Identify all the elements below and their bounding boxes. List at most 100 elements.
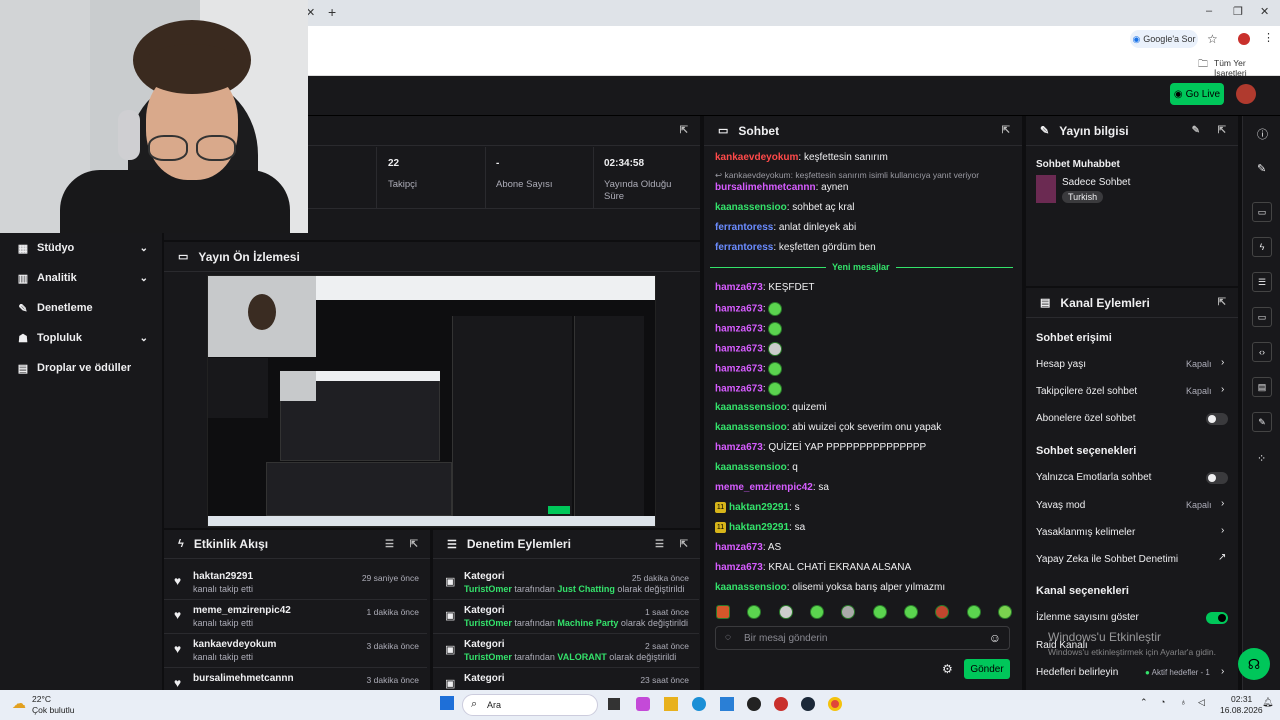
edit-icon[interactable]: ✎ — [1192, 125, 1200, 136]
account-age-setting[interactable]: Hesap yaşı — [1036, 359, 1086, 370]
list-item[interactable]: ♥ kankaevdeyokum kanalı takip etti 3 dak… — [164, 634, 427, 668]
notification-bell-icon[interactable]: 🔔︎ — [1262, 697, 1273, 708]
emote-icon[interactable] — [778, 605, 793, 619]
add-action-icon[interactable]: ⁘ — [1257, 452, 1266, 465]
chevron-right-icon[interactable]: › — [1221, 384, 1224, 395]
windows-start-icon[interactable] — [440, 696, 454, 710]
popout-icon[interactable]: ⇱ — [1218, 125, 1226, 136]
emote-icon[interactable] — [903, 605, 918, 619]
popout-icon[interactable]: ⇱ — [1218, 297, 1226, 308]
code-icon[interactable]: ‹› — [1252, 342, 1272, 362]
google-ask-button[interactable]: ◉ Google'a Sor — [1130, 30, 1198, 48]
list-icon[interactable]: ☰ — [1252, 272, 1272, 292]
emote-icon[interactable] — [872, 605, 887, 619]
chrome-icon[interactable] — [828, 697, 842, 711]
profile-icon[interactable] — [1238, 33, 1250, 45]
obs-icon[interactable] — [747, 697, 761, 711]
tag-badge[interactable]: Turkish — [1062, 191, 1104, 203]
emote-icon[interactable] — [966, 605, 981, 619]
chat-message: meme_emzirenpic42: sa — [715, 482, 829, 493]
emote-only-toggle[interactable] — [1206, 472, 1228, 484]
clock-date[interactable]: 16.08.2026 — [1220, 705, 1263, 715]
menu-icon[interactable]: ⋮ — [1263, 31, 1274, 44]
chevron-right-icon[interactable]: › — [1221, 525, 1224, 536]
support-headset-icon[interactable]: ☊ — [1238, 648, 1270, 680]
star-icon[interactable]: ☆ — [1207, 32, 1218, 46]
emote-icon[interactable] — [809, 605, 824, 619]
chat-message: kankaevdeyokum: keşfettesin sanırım — [715, 152, 888, 163]
clip-icon[interactable]: ▭ — [1252, 202, 1272, 222]
popout-icon[interactable]: ⇱ — [410, 539, 418, 550]
restore-icon[interactable]: ❐ — [1233, 5, 1243, 18]
filter-icon[interactable]: ☰ — [655, 539, 664, 550]
sidebar-item-studio[interactable]: ▦ Stüdyo ⌄ — [0, 233, 162, 263]
store-icon[interactable] — [720, 697, 734, 711]
app-icon[interactable] — [774, 697, 788, 711]
clock-time[interactable]: 02:31 — [1231, 694, 1252, 704]
sidebar-item-moderation[interactable]: ✎ Denetleme — [0, 293, 162, 323]
chevron-right-icon[interactable]: › — [1221, 357, 1224, 368]
new-tab-icon[interactable]: + — [328, 4, 336, 20]
stream-preview-video[interactable] — [207, 275, 656, 527]
all-bookmarks-link[interactable]: Tüm Yer İşaretleri — [1214, 58, 1280, 78]
emote-icon[interactable] — [997, 605, 1012, 619]
emote-icon[interactable] — [716, 605, 730, 619]
chat-status-icon: ◌ — [725, 632, 731, 643]
sidebar-item-drops[interactable]: ▤ Droplar ve ödüller — [0, 353, 162, 383]
chat-message: hamza673: KRAL CHATİ EKRANA ALSANA — [715, 562, 912, 573]
window-close-icon[interactable]: ✕ — [1260, 5, 1269, 18]
go-live-button[interactable]: ◉ Go Live — [1170, 83, 1224, 105]
stat-uptime: 02:34:58 Yayında Olduğu Süre — [604, 158, 672, 202]
popout-icon[interactable]: ⇱ — [680, 125, 688, 136]
set-goals-setting[interactable]: Hedefleri belirleyin — [1036, 667, 1118, 678]
slow-mode-setting[interactable]: Yavaş mod — [1036, 500, 1085, 511]
send-button[interactable]: Gönder — [964, 659, 1010, 679]
chevron-right-icon[interactable]: › — [1221, 498, 1224, 509]
category-name[interactable]: Sadece Sohbet — [1062, 177, 1130, 188]
emote-icon[interactable] — [841, 605, 856, 619]
show-viewers-toggle[interactable] — [1206, 612, 1228, 624]
popout-icon[interactable]: ⇱ — [1002, 125, 1010, 136]
list-item[interactable]: ▣ Kategori TuristOmer tarafından Machine… — [433, 600, 699, 634]
followers-only-setting[interactable]: Takipçilere özel sohbet — [1036, 386, 1137, 397]
steam-icon[interactable] — [801, 697, 815, 711]
tray-chevron-icon[interactable]: ⌃ — [1140, 697, 1148, 708]
list-item[interactable]: ▣ Kategori TuristOmer tarafından VALORAN… — [433, 634, 699, 668]
task-view-icon[interactable] — [608, 698, 620, 710]
chevron-right-icon[interactable]: › — [1221, 666, 1224, 677]
volume-icon[interactable]: ◁ — [1198, 697, 1205, 708]
chat-icon[interactable]: ▭ — [1252, 307, 1272, 327]
emote-icon[interactable] — [935, 605, 950, 619]
weather-text[interactable]: Çok bulutlu — [32, 705, 75, 715]
explorer-icon[interactable] — [664, 697, 678, 711]
popout-icon[interactable]: ⇱ — [680, 539, 688, 550]
filter-icon[interactable]: ☰ — [385, 539, 394, 550]
sidebar-item-analytics[interactable]: ▥ Analitik ⌄ — [0, 263, 162, 293]
mic-icon[interactable]: ♁ — [1180, 697, 1187, 707]
minimize-icon[interactable]: – — [1206, 5, 1212, 17]
chat-settings-gear-icon[interactable]: ⚙ — [942, 662, 953, 676]
external-link-icon[interactable]: ↗ — [1218, 552, 1226, 563]
edge-icon[interactable] — [692, 697, 706, 711]
user-avatar[interactable] — [1236, 84, 1256, 104]
banned-words-setting[interactable]: Yasaklanmış kelimeler — [1036, 527, 1135, 538]
taskbar-search[interactable]: ⌕ Ara — [462, 694, 598, 716]
network-icon[interactable]: ◔ — [1160, 697, 1165, 707]
settings-icon[interactable]: ▤ — [1252, 377, 1272, 397]
ai-moderation-setting[interactable]: Yapay Zeka ile Sohbet Denetimi — [1036, 554, 1178, 565]
chat-input[interactable]: ◌ Bir mesaj gönderin ☺ — [715, 626, 1010, 650]
stream-info-panel: ✎ Yayın bilgisi ✎ ⇱ — [1026, 116, 1238, 286]
wrench-icon[interactable]: ✎ — [1252, 412, 1272, 432]
info-icon[interactable]: ⓘ — [1257, 126, 1268, 142]
list-item[interactable]: ▣ Kategori TuristOmer tarafından Just Ch… — [433, 566, 699, 600]
subs-only-toggle[interactable] — [1206, 413, 1228, 425]
emoji-icon[interactable]: ☺ — [989, 631, 1001, 645]
list-item[interactable]: ♥ meme_emzirenpic42 kanalı takip etti 1 … — [164, 600, 427, 634]
sidebar-item-community[interactable]: ☗ Topluluk ⌄ — [0, 323, 162, 353]
list-item[interactable]: ♥ haktan29291 kanalı takip etti 29 saniy… — [164, 566, 427, 600]
pencil-icon[interactable]: ✎ — [1257, 162, 1266, 175]
lightning-icon[interactable]: ϟ — [1252, 237, 1272, 257]
copilot-icon[interactable] — [636, 697, 650, 711]
new-messages-label: Yeni mesajlar — [826, 262, 896, 272]
emote-icon[interactable] — [747, 605, 762, 619]
